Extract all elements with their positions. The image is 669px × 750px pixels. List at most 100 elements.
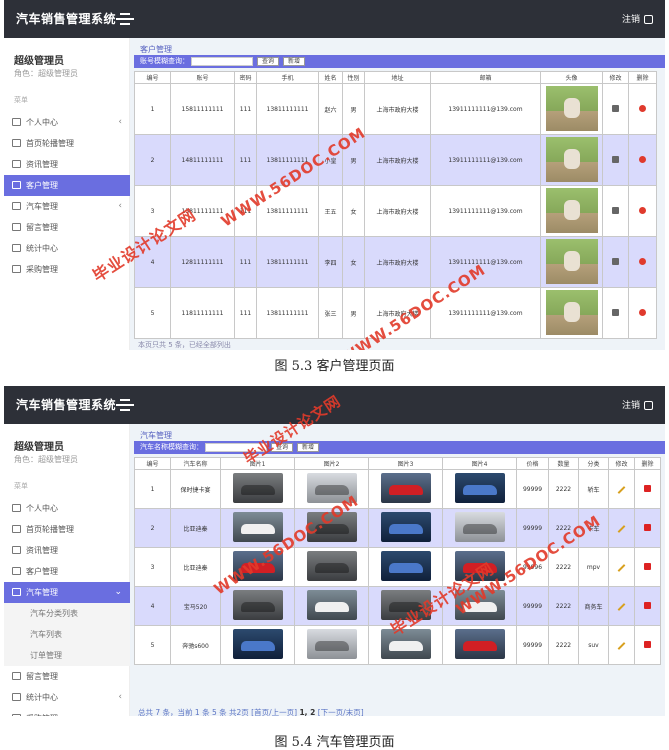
logout-icon <box>644 401 653 410</box>
delete-cell <box>634 508 661 548</box>
sidebar-item-label: 汽车管理 <box>26 588 58 597</box>
add-button[interactable]: 新增 <box>297 443 320 452</box>
pencil-icon[interactable] <box>617 641 626 650</box>
search-input[interactable] <box>191 57 253 66</box>
submenu-item[interactable]: 订单管理 <box>4 645 130 666</box>
car-image <box>306 629 357 659</box>
pager-next-last[interactable]: [下一页/末页] <box>318 708 364 716</box>
car-image <box>306 551 357 581</box>
search-button[interactable]: 查询 <box>271 443 294 452</box>
chevron-icon: ‹ <box>118 201 122 211</box>
sidebar-item[interactable]: 统计中心 <box>4 238 130 259</box>
sidebar-item[interactable]: 首页轮播管理 <box>4 519 130 540</box>
sidebar-item[interactable]: 个人中心 <box>4 498 130 519</box>
pencil-icon[interactable] <box>617 524 626 533</box>
edit-cell <box>608 547 635 587</box>
sidebar: 超级管理员 角色：超级管理员 菜单 个人中心 ‹ 首页轮播管理 资讯管理 客户管理 汽车管… <box>4 38 130 350</box>
menu-toggle-icon[interactable] <box>116 13 134 25</box>
car-image <box>454 473 505 503</box>
sidebar-item-label: 采购管理 <box>26 265 58 274</box>
sidebar-item-label: 资讯管理 <box>26 160 58 169</box>
column-header: 图片3 <box>368 457 443 470</box>
sidebar-item[interactable]: 首页轮播管理 <box>4 133 130 154</box>
submenu-item[interactable]: 汽车列表 <box>4 624 130 645</box>
delete-icon[interactable] <box>639 155 646 163</box>
sidebar-item[interactable]: 个人中心 ‹ <box>4 112 130 133</box>
menu-item-icon <box>12 181 21 189</box>
sidebar-item[interactable]: 客户管理 <box>4 561 130 582</box>
logout-label: 注销 <box>621 401 640 411</box>
table-row: 5 11811111111 111 13811111111 张三男上海市政府大楼 1391… <box>134 287 657 339</box>
table-cell: 轿车 <box>578 469 609 509</box>
submenu-item[interactable]: 汽车分类列表 <box>4 603 130 624</box>
search-button[interactable]: 查询 <box>257 57 280 66</box>
search-input[interactable] <box>205 443 267 452</box>
delete-icon[interactable] <box>644 640 651 648</box>
column-header: 修改 <box>608 457 635 470</box>
add-button[interactable]: 新增 <box>283 57 306 66</box>
page-title: 客户管理 <box>140 45 172 54</box>
sidebar-item[interactable]: 采购管理 <box>4 259 130 280</box>
table-cell: 11811111111 <box>170 287 235 339</box>
main-content: 客户管理 账号模糊查询： 查询 新增 编号 账号 密码 手机 姓名 性别 地址 邮箱 头像 修改 删除 … <box>130 38 665 350</box>
sidebar-item[interactable]: 资讯管理 <box>4 540 130 561</box>
delete-cell <box>628 134 657 186</box>
car-image <box>380 473 431 503</box>
menu-toggle-icon[interactable] <box>116 399 134 411</box>
table-cell: 99999 <box>516 469 549 509</box>
table-cell: 3 <box>134 547 171 587</box>
delete-icon[interactable] <box>639 206 646 214</box>
chevron-icon: ‹ <box>118 692 122 702</box>
logout-button[interactable]: 注销 <box>622 12 653 25</box>
avatar-image <box>545 136 598 182</box>
sidebar-item[interactable]: 汽车管理 ⌄ <box>4 582 130 603</box>
edit-icon[interactable] <box>612 308 619 316</box>
sidebar-item[interactable]: 资讯管理 <box>4 154 130 175</box>
delete-icon[interactable] <box>644 562 651 570</box>
search-label: 账号模糊查询： <box>140 57 189 65</box>
edit-icon[interactable] <box>612 155 619 163</box>
column-header: 密码 <box>234 71 257 84</box>
car-image <box>232 473 283 503</box>
delete-icon[interactable] <box>639 104 646 112</box>
logout-label: 注销 <box>621 15 640 25</box>
car-image-cell <box>220 625 295 665</box>
menu-title: 菜单 <box>14 482 28 490</box>
pencil-icon[interactable] <box>617 602 626 611</box>
table-row: 5 奔驰s600 99999 2222 suv <box>134 625 661 665</box>
sidebar-item[interactable]: 留言管理 <box>4 217 130 238</box>
sidebar-item[interactable]: 采购管理 <box>4 708 130 716</box>
delete-icon[interactable] <box>644 484 651 492</box>
sidebar-item[interactable]: 客户管理 <box>4 175 130 196</box>
table-cell: 商务车 <box>578 586 609 626</box>
avatar-cell <box>540 83 603 135</box>
car-image-cell <box>294 508 369 548</box>
column-header: 编号 <box>134 71 171 84</box>
sidebar-item-label: 客户管理 <box>26 181 58 190</box>
sidebar-item[interactable]: 汽车管理 ‹ <box>4 196 130 217</box>
delete-icon[interactable] <box>639 257 646 265</box>
delete-icon[interactable] <box>644 601 651 609</box>
table-cell: 13911111111@139.com <box>430 236 541 288</box>
delete-icon[interactable] <box>644 523 651 531</box>
table-cell: 上海市政府大楼 <box>364 185 431 237</box>
table-cell: 13811111111 <box>170 185 235 237</box>
avatar-cell <box>540 236 603 288</box>
pager-first-prev[interactable]: [首页/上一页] <box>251 708 297 716</box>
search-bar: 账号模糊查询： 查询 新增 <box>134 55 665 68</box>
edit-icon[interactable] <box>612 206 619 214</box>
car-image <box>454 512 505 542</box>
car-image <box>306 512 357 542</box>
menu-item-icon <box>12 265 21 273</box>
edit-icon[interactable] <box>612 257 619 265</box>
logout-button[interactable]: 注销 <box>622 398 653 411</box>
pager-pages[interactable]: 1, 2 <box>299 708 315 716</box>
delete-icon[interactable] <box>639 308 646 316</box>
car-image-cell <box>220 586 295 626</box>
table-cell: 宝马520 <box>170 586 221 626</box>
edit-icon[interactable] <box>612 104 619 112</box>
sidebar-item[interactable]: 统计中心 ‹ <box>4 687 130 708</box>
pencil-icon[interactable] <box>617 563 626 572</box>
sidebar-item[interactable]: 留言管理 <box>4 666 130 687</box>
pencil-icon[interactable] <box>617 485 626 494</box>
